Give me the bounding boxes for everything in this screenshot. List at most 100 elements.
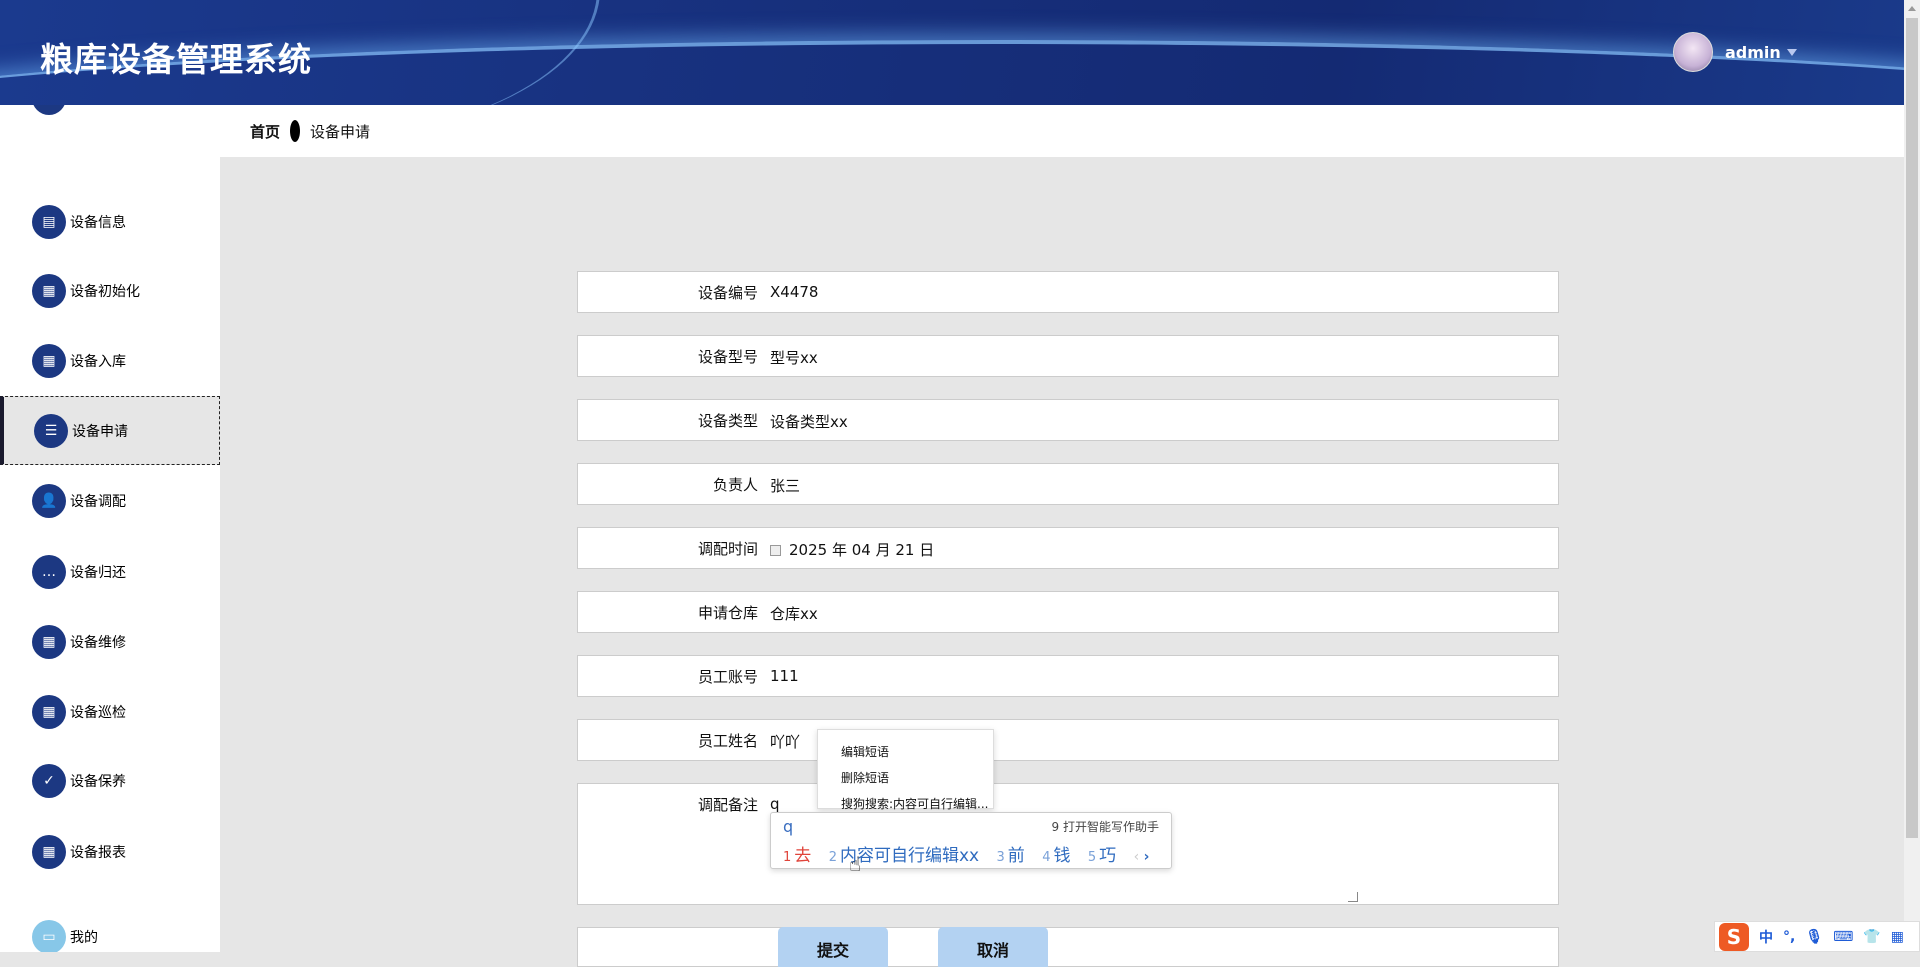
remark-textarea[interactable]: q [770,795,780,813]
field-input[interactable]: 仓库xx [770,603,818,624]
sidebar: ▤ 设备信息 ▦ 设备初始化 ▦ 设备入库 ☰ 设备申请 👤 设备调配 … 设备归还 ▦ 设备… [0,105,220,952]
calendar-icon[interactable] [770,545,781,556]
field-label: 设备编号 [697,284,758,302]
username[interactable]: admin [1725,43,1781,62]
sidebar-item-maintain[interactable]: ✓ 设备保养 [0,746,220,815]
breadcrumb: 首页 设备申请 [220,105,1904,157]
sidebar-item-label: 我的 [70,929,98,946]
date-value: 2025 年 04 月 21 日 [789,541,935,559]
sidebar-item-label: 设备初始化 [70,283,140,300]
sidebar-item-mine[interactable]: ▭ 我的 [0,902,220,952]
user-menu[interactable]: admin [1673,32,1797,72]
sidebar-item-label: 设备调配 [70,493,126,510]
grid-icon: ▦ [32,624,66,659]
field-label: 员工姓名 [697,732,758,750]
menu-item-delete-phrase[interactable]: 删除短语 [818,765,993,791]
sogou-logo-icon[interactable]: S [1719,922,1749,951]
breadcrumb-current: 设备申请 [310,122,371,141]
field-label: 调配时间 [697,540,758,558]
field-input[interactable]: 型号xx [770,347,818,368]
field-input[interactable]: 吖吖 [770,731,800,752]
field-input[interactable]: 设备类型xx [770,411,848,432]
field-label: 设备型号 [697,348,758,366]
ime-toolbar: S 中 °, 🎙 ⌨ 👕 ▦ [1714,921,1920,952]
sidebar-item-partial[interactable] [0,105,220,118]
sidebar-item-label: 设备申请 [72,423,128,440]
field-model: 设备型号 型号xx [577,335,1559,377]
sidebar-item-inspect[interactable]: ▦ 设备巡检 [0,677,220,746]
keyboard-icon[interactable]: ⌨ [1833,929,1853,945]
clipboard-icon: ▤ [32,204,66,239]
check-icon: ✓ [32,763,66,798]
microphone-icon[interactable]: 🎙 [1805,929,1823,945]
sidebar-item-equipment-info[interactable]: ▤ 设备信息 [0,187,220,256]
cancel-button[interactable]: 取消 [938,927,1048,967]
ime-candidate-window: q 9 打开智能写作助手 1去 2 内容可自行编辑xx 3前 4钱 5巧 ‹ › [770,812,1172,869]
circle-icon [32,105,66,115]
ime-candidate[interactable]: 5巧 [1088,846,1116,866]
sidebar-item-label: 设备归还 [70,564,126,581]
field-employee-account: 员工账号 111 [577,655,1559,697]
field-input[interactable]: 张三 [770,475,800,496]
menu-item-edit-phrase[interactable]: 编辑短语 [818,739,993,765]
ime-candidate[interactable]: 1去 [783,846,811,866]
card-icon: ▭ [32,919,66,952]
hand-cursor-icon: ☝ [849,852,862,876]
sidebar-item-allocate[interactable]: 👤 设备调配 [0,466,220,535]
sidebar-item-label: 设备保养 [70,773,126,790]
grid-icon: ▦ [32,694,66,729]
scrollbar[interactable] [1904,0,1920,952]
field-label: 设备类型 [697,412,758,430]
date-input[interactable]: 2025 年 04 月 21 日 [770,539,934,560]
field-label: 员工账号 [697,668,758,686]
field-warehouse: 申请仓库 仓库xx [577,591,1559,633]
skin-icon[interactable]: 👕 [1863,929,1880,945]
scrollbar-thumb[interactable] [1906,18,1918,838]
app-title: 粮库设备管理系统 [40,40,312,79]
field-label: 申请仓库 [697,604,758,622]
ime-pinyin: q [783,817,794,836]
field-label: 负责人 [712,476,758,494]
context-menu: 编辑短语 删除短语 搜狗搜索:内容可自行编辑... [817,729,994,811]
breadcrumb-home[interactable]: 首页 [250,121,280,142]
ime-candidates: 1去 2 内容可自行编辑xx 3前 4钱 5巧 ‹ › [783,841,1161,866]
sidebar-item-label: 设备入库 [70,353,126,370]
sidebar-item-init[interactable]: ▦ 设备初始化 [0,256,220,325]
field-input[interactable]: X4478 [770,283,818,301]
ime-punctuation-toggle[interactable]: °, [1783,929,1795,945]
chevron-down-icon[interactable] [1786,48,1797,56]
field-owner: 负责人 张三 [577,463,1559,505]
resize-handle[interactable] [1348,892,1358,902]
ime-mode-toggle[interactable]: 中 [1759,927,1773,947]
avatar[interactable] [1673,32,1713,72]
scroll-up-icon[interactable] [1908,6,1916,11]
ime-next-page-icon[interactable]: ‹ › [1134,849,1150,865]
chat-icon: … [32,554,66,589]
sidebar-item-report[interactable]: ▦ 设备报表 [0,817,220,886]
sidebar-item-apply[interactable]: ☰ 设备申请 [0,396,220,465]
field-employee-name: 员工姓名 吖吖 [577,719,1559,761]
field-equipment-no: 设备编号 X4478 [577,271,1559,313]
field-date: 调配时间 2025 年 04 月 21 日 [577,527,1559,569]
submit-button[interactable]: 提交 [778,927,888,967]
toolbox-icon[interactable]: ▦ [1891,929,1904,945]
field-input[interactable]: 111 [770,667,799,685]
ime-candidate[interactable]: 4钱 [1042,846,1070,866]
sidebar-item-return[interactable]: … 设备归还 [0,537,220,606]
list-icon: ☰ [34,413,68,448]
field-type: 设备类型 设备类型xx [577,399,1559,441]
grid-icon: ▦ [32,273,66,308]
ime-candidate[interactable]: 3前 [997,846,1025,866]
sidebar-item-label: 设备维修 [70,634,126,651]
sidebar-item-repair[interactable]: ▦ 设备维修 [0,607,220,676]
sidebar-item-inbound[interactable]: ▦ 设备入库 [0,326,220,395]
sidebar-item-label: 设备信息 [70,214,126,231]
separator-icon [290,120,301,142]
grid-icon: ▦ [32,834,66,869]
field-label: 调配备注 [697,796,758,814]
sidebar-item-label: 设备报表 [70,844,126,861]
grid-icon: ▦ [32,343,66,378]
user-icon: 👤 [32,483,66,518]
app-header: 粮库设备管理系统 admin [0,0,1904,105]
ime-writing-assistant[interactable]: 9 打开智能写作助手 [1052,818,1159,835]
